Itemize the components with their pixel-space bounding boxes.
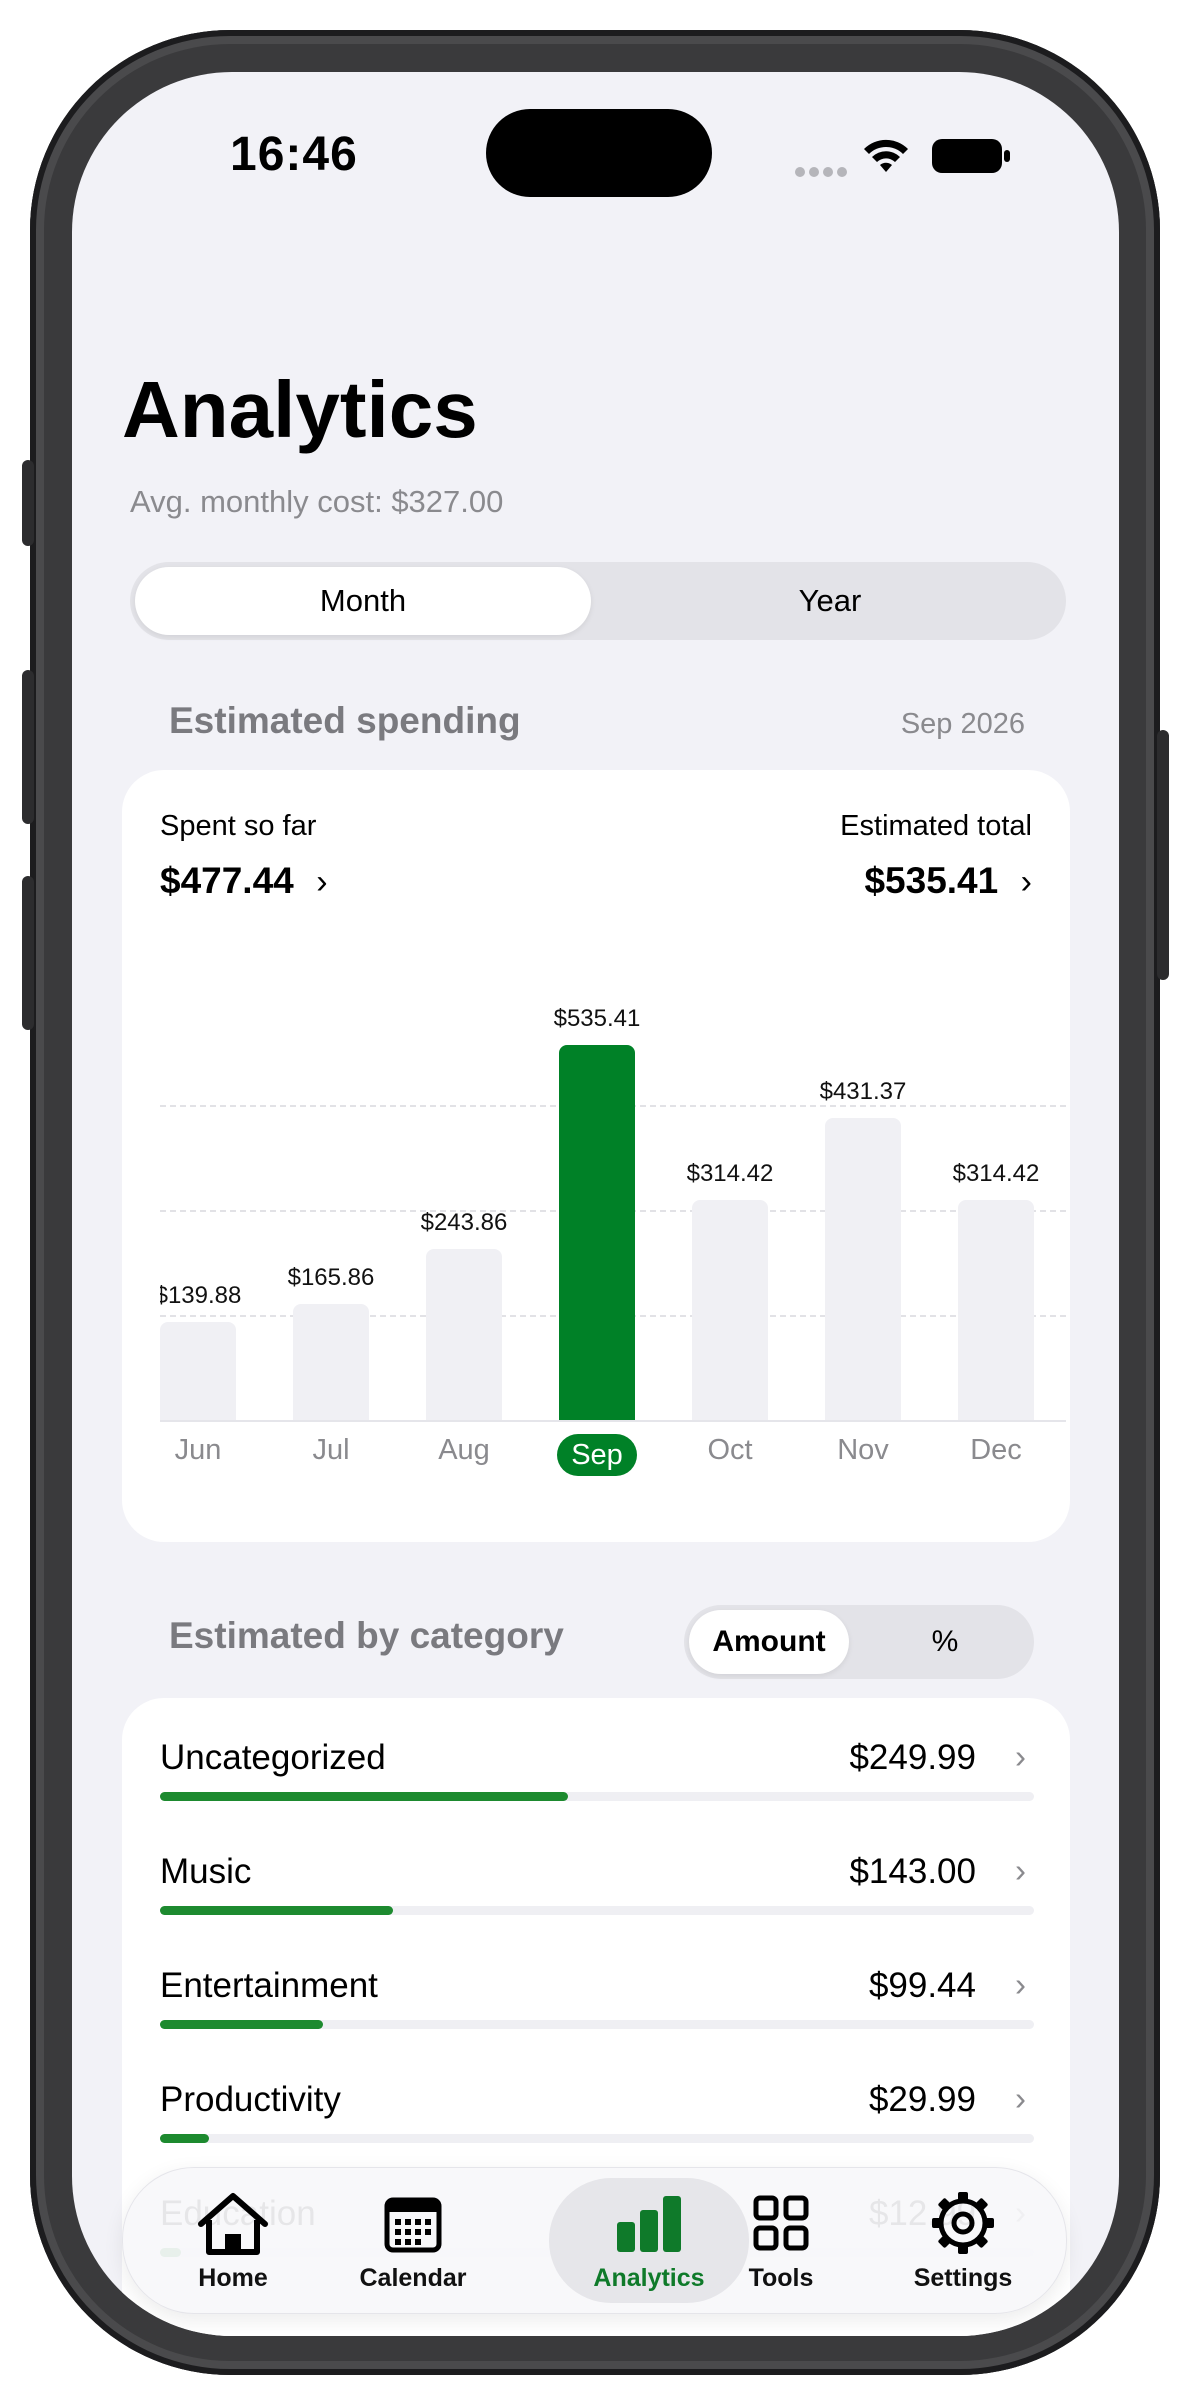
period-option-year[interactable]: Year — [600, 567, 1060, 635]
category-amount: $249.99 — [849, 1738, 976, 1777]
x-tick-label: Dec — [970, 1434, 1022, 1466]
tab-calendar[interactable]: Calendar — [323, 2168, 503, 2313]
chevron-right-icon: › — [1015, 1852, 1026, 1889]
category-amount: $29.99 — [868, 2080, 976, 2119]
house-icon — [143, 2190, 323, 2256]
metric-option-percent[interactable]: % — [862, 1610, 1028, 1674]
category-metric-toggle: Amount % — [684, 1605, 1034, 1679]
bar-nov[interactable] — [825, 1118, 901, 1420]
category-progress-fill — [160, 1906, 394, 1915]
power-button — [1157, 730, 1169, 980]
x-tick-label: Oct — [707, 1434, 753, 1466]
bar-sep[interactable] — [559, 1045, 635, 1420]
category-progress-track — [160, 2020, 1034, 2029]
category-name: Entertainment — [160, 1966, 378, 2005]
action-button — [22, 460, 34, 546]
tab-home[interactable]: Home — [143, 2168, 323, 2313]
estimated-total-link[interactable]: $535.41 › — [864, 860, 1032, 902]
category-row[interactable]: Uncategorized $249.99 › — [160, 1738, 1034, 1808]
bar-aug[interactable] — [426, 1249, 502, 1420]
spending-card: Spent so far $477.44 › Estimated total $… — [122, 770, 1070, 1542]
tab-label: Calendar — [359, 2264, 467, 2292]
spent-so-far-label: Spent so far — [160, 810, 317, 842]
period-segmented-control: Month Year — [130, 562, 1066, 640]
bar-value-label: $314.42 — [952, 1159, 1040, 1187]
bar-oct[interactable] — [692, 1199, 768, 1420]
bar-value-label: $165.86 — [287, 1263, 375, 1291]
grid-icon — [691, 2190, 871, 2256]
category-section-title: Estimated by category — [169, 1615, 564, 1656]
chevron-right-icon: › — [1015, 2080, 1026, 2117]
spent-so-far-link[interactable]: $477.44 › — [160, 860, 328, 902]
avg-monthly-cost: Avg. monthly cost: $327.00 — [130, 484, 504, 519]
category-progress-fill — [160, 2134, 209, 2143]
x-tick-label: Sep — [557, 1434, 637, 1476]
chevron-right-icon: › — [1020, 863, 1032, 901]
screen: 16:46 Analytics Avg. monthly cost: $327.… — [72, 72, 1119, 2336]
volume-down-button — [22, 876, 34, 1030]
bar-value-label: $139.88 — [160, 1282, 242, 1310]
category-progress-track — [160, 1792, 1034, 1801]
signal-icon — [794, 164, 852, 185]
x-tick-label: Aug — [438, 1434, 490, 1466]
tab-settings[interactable]: Settings — [873, 2168, 1053, 2313]
gear-icon — [873, 2190, 1053, 2256]
bar-value-label: $243.86 — [420, 1209, 508, 1237]
category-name: Uncategorized — [160, 1738, 386, 1777]
volume-up-button — [22, 670, 34, 824]
chevron-right-icon: › — [1015, 1966, 1026, 2003]
tab-label: Home — [198, 2264, 268, 2292]
bar-jul[interactable] — [293, 1303, 369, 1420]
category-name: Productivity — [160, 2080, 341, 2119]
bar-value-label: $431.37 — [819, 1078, 907, 1106]
bar-dec[interactable] — [958, 1199, 1034, 1420]
category-row[interactable]: Entertainment $99.44 › — [160, 1966, 1034, 2036]
spent-so-far-value: $477.44 — [160, 860, 294, 901]
category-row[interactable]: Productivity $29.99 › — [160, 2080, 1034, 2150]
category-amount: $143.00 — [849, 1852, 976, 1891]
calendar-icon — [323, 2190, 503, 2256]
tab-label: Settings — [913, 2264, 1013, 2292]
tab-label: Tools — [748, 2264, 814, 2292]
estimated-total-label: Estimated total — [840, 810, 1032, 842]
x-tick-label: Jun — [174, 1434, 222, 1466]
dynamic-island — [486, 109, 712, 197]
tab-tools[interactable]: Tools — [691, 2168, 871, 2313]
x-tick-label: Nov — [837, 1434, 889, 1466]
x-tick-label: Jul — [312, 1434, 350, 1466]
bar-value-label: $314.42 — [686, 1159, 774, 1187]
page-title: Analytics — [122, 365, 478, 454]
category-amount: $99.44 — [868, 1966, 976, 2005]
wifi-icon — [860, 136, 912, 181]
battery-icon — [932, 137, 1012, 180]
spending-bar-chart: $139.88 Jun $165.86 Jul $243.86 Aug $535.41 Sep… — [160, 980, 1066, 1520]
metric-option-amount[interactable]: Amount — [689, 1610, 849, 1674]
chart-baseline — [160, 1420, 1066, 1422]
period-label: Sep 2026 — [900, 708, 1025, 740]
category-progress-fill — [160, 1792, 569, 1801]
category-row[interactable]: Music $143.00 › — [160, 1852, 1034, 1922]
estimated-total-value: $535.41 — [864, 860, 999, 901]
chevron-right-icon: › — [316, 863, 328, 901]
spending-section-title: Estimated spending — [169, 700, 521, 741]
category-progress-track — [160, 1906, 1034, 1915]
category-name: Music — [160, 1852, 252, 1891]
category-progress-fill — [160, 2020, 323, 2029]
tab-bar: Home Calendar Analytics Tools Settings — [122, 2167, 1067, 2314]
status-time: 16:46 — [230, 128, 358, 181]
chevron-right-icon: › — [1015, 1738, 1026, 1775]
bar-value-label: $535.41 — [553, 1005, 641, 1033]
category-progress-track — [160, 2134, 1034, 2143]
period-option-month[interactable]: Month — [135, 567, 591, 635]
bar-jun[interactable] — [160, 1322, 236, 1420]
